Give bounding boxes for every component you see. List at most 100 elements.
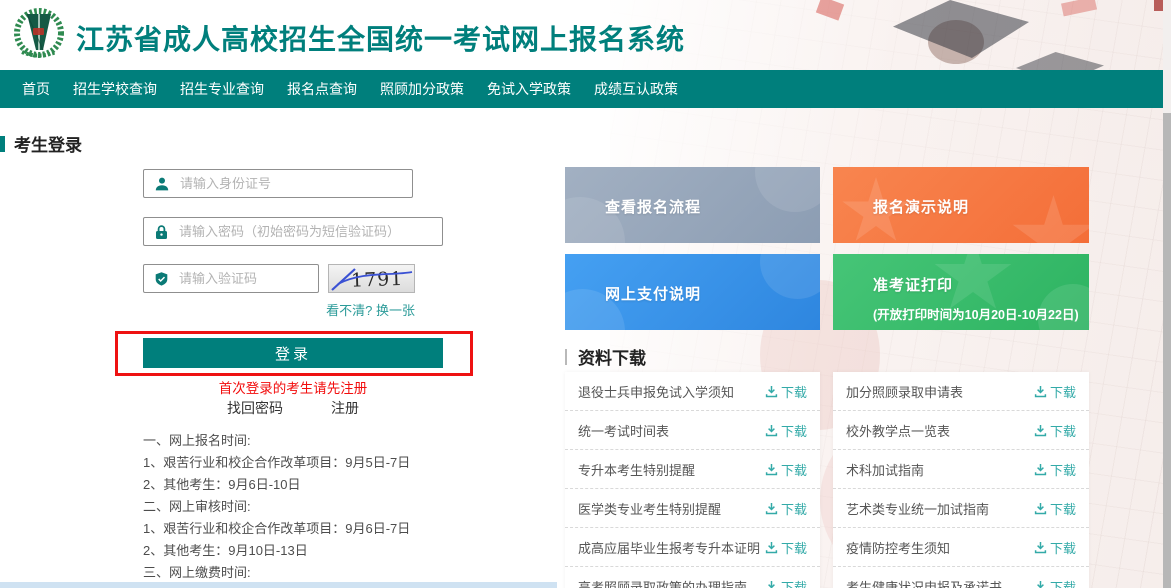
card-online-payment-guide[interactable]: 网上支付说明 [565, 254, 820, 330]
download-link[interactable]: 下载 [1034, 538, 1076, 557]
id-input[interactable] [180, 176, 412, 191]
notice-line: 1、艰苦行业和校企合作改革项目：9月6日-7日 [143, 518, 563, 540]
password-field-wrapper [143, 217, 443, 246]
svg-text:1791: 1791 [351, 268, 404, 292]
download-doc-title: 医学类专业考生特别提醒 [578, 499, 721, 518]
download-link-label: 下载 [1050, 538, 1076, 557]
download-row: 成高应届毕业生报考专升本证明 下载 [565, 528, 820, 567]
download-link[interactable]: 下载 [1034, 577, 1076, 588]
schedule-notice: 一、网上报名时间: 1、艰苦行业和校企合作改革项目：9月5日-7日 2、其他考生… [143, 430, 563, 588]
download-icon [765, 385, 778, 398]
nav-item-site-query[interactable]: 报名点查询 [287, 79, 357, 99]
downloads-left-panel: 退役士兵申报免试入学须知 下载 统一考试时间表 下载 专升本考生特别提醒 下载 … [565, 372, 820, 588]
download-doc-title: 加分照顾录取申请表 [846, 382, 963, 401]
download-link-label: 下载 [781, 538, 807, 557]
section-marker [0, 136, 5, 152]
download-icon [765, 463, 778, 476]
download-row: 专升本考生特别提醒 下载 [565, 450, 820, 489]
download-row: 术科加试指南 下载 [833, 450, 1089, 489]
download-icon [765, 580, 778, 588]
card-admission-ticket-print[interactable]: 准考证打印 (开放打印时间为10月20日-10月22日) [833, 254, 1089, 330]
section-marker [565, 349, 567, 365]
bottom-strip [0, 582, 557, 588]
download-link[interactable]: 下载 [1034, 382, 1076, 401]
download-icon [1034, 424, 1047, 437]
download-row: 校外教学点一览表 下载 [833, 411, 1089, 450]
captcha-input[interactable] [179, 271, 318, 286]
download-doc-title: 统一考试时间表 [578, 421, 669, 440]
card-label: 网上支付说明 [605, 283, 701, 304]
downloads-section-title: 资料下载 [578, 344, 646, 369]
first-login-note: 首次登录的考生请先注册 [143, 377, 443, 397]
download-link-label: 下载 [781, 382, 807, 401]
download-link-label: 下载 [1050, 382, 1076, 401]
download-icon [1034, 541, 1047, 554]
download-link[interactable]: 下载 [765, 499, 807, 518]
download-row: 退役士兵申报免试入学须知 下载 [565, 372, 820, 411]
notice-line: 三、网上缴费时间: [143, 562, 563, 584]
download-link[interactable]: 下载 [765, 538, 807, 557]
download-link-label: 下载 [1050, 421, 1076, 440]
site-title: 江苏省成人高校招生全国统一考试网上报名系统 [76, 18, 685, 58]
captcha-image[interactable]: 1791 [328, 264, 415, 293]
download-link[interactable]: 下载 [765, 382, 807, 401]
download-link-label: 下载 [1050, 577, 1076, 588]
header: 江苏省成人高校招生全国统一考试网上报名系统 [0, 0, 1171, 70]
download-link[interactable]: 下载 [1034, 499, 1076, 518]
register-link[interactable]: 注册 [331, 398, 359, 418]
download-icon [765, 541, 778, 554]
download-doc-title: 疫情防控考生须知 [846, 538, 950, 557]
download-icon [765, 502, 778, 515]
captcha-field-wrapper [143, 264, 319, 293]
download-row: 考生健康状况申报及承诺书 下载 [833, 567, 1089, 588]
download-link[interactable]: 下载 [765, 577, 807, 588]
download-row: 统一考试时间表 下载 [565, 411, 820, 450]
download-doc-title: 考生健康状况申报及承诺书 [846, 577, 1002, 588]
nav-item-bonus-policy[interactable]: 照顾加分政策 [380, 79, 464, 99]
download-link-label: 下载 [781, 499, 807, 518]
login-section-title: 考生登录 [14, 131, 82, 156]
download-doc-title: 校外教学点一览表 [846, 421, 950, 440]
lock-icon [154, 224, 169, 240]
nav-item-home[interactable]: 首页 [22, 79, 50, 99]
download-icon [1034, 385, 1047, 398]
nav-item-major-query[interactable]: 招生专业查询 [180, 79, 264, 99]
card-registration-demo[interactable]: 报名演示说明 [833, 167, 1089, 243]
download-link-label: 下载 [1050, 460, 1076, 479]
card-label: 准考证打印 [873, 274, 953, 295]
download-link-label: 下载 [781, 577, 807, 588]
page: 江苏省成人高校招生全国统一考试网上报名系统 首页 招生学校查询 招生专业查询 报… [0, 0, 1171, 588]
scrollbar-thumb[interactable] [1163, 113, 1171, 588]
notice-line: 一、网上报名时间: [143, 430, 563, 452]
download-link[interactable]: 下载 [1034, 421, 1076, 440]
download-link-label: 下载 [781, 421, 807, 440]
download-doc-title: 成高应届毕业生报考专升本证明 [578, 538, 760, 557]
download-icon [1034, 580, 1047, 588]
page-scrollbar[interactable] [1163, 0, 1171, 588]
card-label: 查看报名流程 [605, 196, 701, 217]
captcha-refresh-link[interactable]: 看不清? 换一张 [273, 300, 415, 319]
nav-item-score-policy[interactable]: 成绩互认政策 [594, 79, 678, 99]
download-link[interactable]: 下载 [765, 421, 807, 440]
download-icon [1034, 463, 1047, 476]
id-field-wrapper [143, 169, 413, 198]
download-row: 艺术类专业统一加试指南 下载 [833, 489, 1089, 528]
download-row: 疫情防控考生须知 下载 [833, 528, 1089, 567]
download-link[interactable]: 下载 [765, 460, 807, 479]
download-doc-title: 专升本考生特别提醒 [578, 460, 695, 479]
notice-line: 二、网上审核时间: [143, 496, 563, 518]
download-doc-title: 术科加试指南 [846, 460, 924, 479]
download-link-label: 下载 [781, 460, 807, 479]
download-doc-title: 退役士兵申报免试入学须知 [578, 382, 734, 401]
password-input[interactable] [179, 224, 442, 239]
nav-item-school-query[interactable]: 招生学校查询 [73, 79, 157, 99]
download-row: 医学类专业考生特别提醒 下载 [565, 489, 820, 528]
downloads-right-panel: 加分照顾录取申请表 下载 校外教学点一览表 下载 术科加试指南 下载 艺术类专业… [833, 372, 1089, 588]
download-link[interactable]: 下载 [1034, 460, 1076, 479]
nav-item-exemption-policy[interactable]: 免试入学政策 [487, 79, 571, 99]
forgot-password-link[interactable]: 找回密码 [227, 398, 283, 418]
login-button[interactable]: 登录 [143, 338, 443, 368]
main-nav: 首页 招生学校查询 招生专业查询 报名点查询 照顾加分政策 免试入学政策 成绩互… [0, 70, 1163, 108]
download-doc-title: 高考照顾录取政策的办理指南 [578, 577, 747, 588]
card-view-registration-process[interactable]: 查看报名流程 [565, 167, 820, 243]
